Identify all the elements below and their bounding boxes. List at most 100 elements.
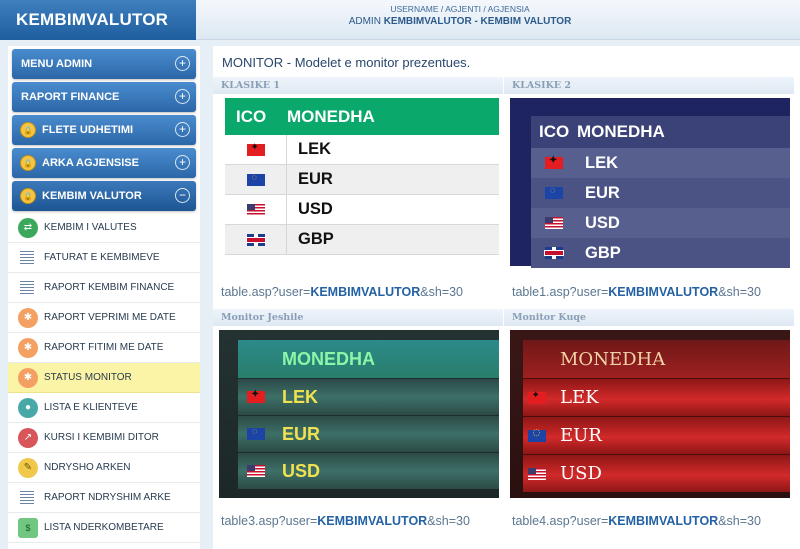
menu-head-flete-udhetimi[interactable]: 🔒 FLETE UDHETIMI +	[12, 115, 196, 145]
money-icon: $	[18, 517, 38, 538]
currency-code: LEK	[282, 386, 318, 407]
panel-klasike-1: KLASIKE 1 ICO MONEDHA LEK EUR USD GBP	[213, 77, 503, 305]
user-role: ADMIN KEMBIMVALUTOR - KEMBIM VALUTOR	[300, 16, 620, 27]
col-currency: MONEDHA	[577, 122, 665, 141]
monitor-link-kuqe[interactable]: table4.asp?user=KEMBIMVALUTOR&sh=30	[504, 514, 761, 528]
sidebar-item-label: FATURAT E KEMBIMEVE	[44, 252, 160, 263]
sidebar-item-faturat-e-kembimeve[interactable]: FATURAT E KEMBIMEVE	[8, 243, 200, 273]
currency-code: EUR	[298, 170, 333, 188]
expand-icon[interactable]: +	[175, 155, 190, 170]
table-row: GBP	[531, 238, 790, 268]
table-row: USD	[531, 208, 790, 238]
table-row: LEK	[523, 378, 790, 416]
menu-head-arka-agjensise[interactable]: 🔒 ARKA AGJENSISE +	[12, 148, 196, 178]
table-header: ICO MONEDHA	[225, 98, 499, 135]
monitor-preview-kuqe[interactable]: MONEDHA LEK EUR USD	[510, 330, 790, 498]
page-title: MONITOR - Modelet e monitor prezentues.	[222, 55, 471, 70]
eu-flag-icon	[247, 426, 265, 440]
menu-head-label: MENU ADMIN	[21, 58, 93, 70]
albania-flag-icon	[246, 142, 265, 156]
monitor-link-jeshile[interactable]: table3.asp?user=KEMBIMVALUTOR&sh=30	[213, 514, 470, 528]
albania-flag-icon	[247, 389, 265, 403]
menu-head-raport-finance[interactable]: RAPORT FINANCE +	[12, 82, 196, 112]
role-prefix: ADMIN	[348, 16, 381, 27]
sidebar-item-raport-ndryshim-arke[interactable]: RAPORT NDRYSHIM ARKE	[8, 483, 200, 513]
albania-flag-icon	[527, 390, 546, 404]
sidebar-item-label: LISTA NDERKOMBETARE	[44, 522, 164, 533]
sidebar-item-label: STATUS MONITOR	[44, 372, 132, 383]
currency-code: EUR	[560, 425, 602, 446]
panel-klasike-2: KLASIKE 2 ICO MONEDHA LEK EUR USD	[504, 77, 794, 305]
table-header: MONEDHA	[238, 340, 499, 378]
sidebar-item-label: NDRYSHO ARKEN	[44, 462, 131, 473]
table-header: MONEDHA	[523, 340, 790, 378]
monitor-preview-klasike-1[interactable]: ICO MONEDHA LEK EUR USD GBP	[225, 98, 499, 255]
col-currency: MONEDHA	[287, 106, 375, 126]
col-currency: MONEDHA	[282, 348, 375, 369]
panel-title: KLASIKE 2	[504, 77, 794, 94]
menu-head-label: ARKA AGJENSISE	[42, 157, 139, 169]
sidebar-item-raport-veprimi-me-date[interactable]: ✱ RAPORT VEPRIMI ME DATE	[8, 303, 200, 333]
collapse-icon[interactable]: −	[175, 188, 190, 203]
sidebar-item-status-monitor[interactable]: ✱ STATUS MONITOR	[8, 363, 200, 393]
menu-head-kembim-valutor[interactable]: 🔒 KEMBIM VALUTOR −	[12, 181, 196, 211]
sidebar-item-label: RAPORT KEMBIM FINANCE	[44, 282, 175, 293]
sidebar-item-raport-kembim-finance[interactable]: RAPORT KEMBIM FINANCE	[8, 273, 200, 303]
list-icon	[20, 280, 34, 295]
uk-flag-icon	[246, 233, 265, 246]
lock-icon: 🔒	[20, 122, 36, 138]
sidebar: MENU ADMIN + RAPORT FINANCE + 🔒 FLETE UD…	[8, 46, 200, 549]
user-info: USERNAME / AGJENTI / AGJENSIA ADMIN KEMB…	[300, 4, 620, 27]
exchange-icon: ⇄	[18, 217, 38, 238]
table-row: USD	[238, 452, 499, 489]
expand-icon[interactable]: +	[175, 56, 190, 71]
menu-head-label: FLETE UDHETIMI	[42, 124, 134, 136]
calendar-icon: ✱	[18, 307, 38, 328]
sidebar-item-lista-e-klienteve[interactable]: ● LISTA E KLIENTEVE	[8, 393, 200, 423]
table-row: EUR	[225, 165, 499, 195]
panel-title: KLASIKE 1	[213, 77, 503, 94]
uk-flag-icon	[545, 247, 563, 259]
expand-icon[interactable]: +	[175, 89, 190, 104]
currency-code: LEK	[298, 140, 331, 158]
app-logo[interactable]: KEMBIMVALUTOR	[0, 0, 196, 40]
menu-head-label: RAPORT FINANCE	[21, 91, 120, 103]
expand-icon[interactable]: +	[175, 122, 190, 137]
table-row: USD	[523, 454, 790, 492]
role-name: KEMBIMVALUTOR - KEMBIM VALUTOR	[383, 16, 572, 27]
monitor-preview-jeshile[interactable]: MONEDHA LEK EUR USD	[219, 330, 499, 498]
monitor-preview-klasike-2[interactable]: ICO MONEDHA LEK EUR USD GBP	[510, 98, 790, 268]
sidebar-item-label: KEMBIM I VALUTES	[44, 222, 137, 233]
menu-head-label: KEMBIM VALUTOR	[42, 190, 142, 202]
sidebar-item-ndrysho-arken[interactable]: ✎ NDRYSHO ARKEN	[8, 453, 200, 483]
panel-monitor-jeshile: Monitor Jeshile MONEDHA LEK EUR USD	[213, 309, 503, 537]
currency-code: USD	[282, 460, 321, 481]
table-row: LEK	[225, 135, 499, 165]
currency-code: EUR	[585, 183, 620, 202]
table-row: LEK	[238, 378, 499, 415]
panel-title: Monitor Jeshile	[213, 309, 503, 326]
currency-code: EUR	[282, 423, 321, 444]
table-row: EUR	[523, 416, 790, 454]
sidebar-item-label: RAPORT FITIMI ME DATE	[44, 342, 164, 353]
currency-code: LEK	[560, 387, 599, 408]
sidebar-item-kembim-i-valutes[interactable]: ⇄ KEMBIM I VALUTES	[8, 213, 200, 243]
sidebar-item-kursi-i-kembimi-ditor[interactable]: ↗ KURSI I KEMBIMI DITOR	[8, 423, 200, 453]
top-header: KEMBIMVALUTOR USERNAME / AGJENTI / AGJEN…	[0, 0, 800, 40]
table-row: GBP	[225, 225, 499, 255]
sidebar-item-raport-fitimi-me-date[interactable]: ✱ RAPORT FITIMI ME DATE	[8, 333, 200, 363]
menu-head-menu-admin[interactable]: MENU ADMIN +	[12, 49, 196, 79]
currency-code: GBP	[585, 243, 621, 262]
monitor-link-klasike-1[interactable]: table.asp?user=KEMBIMVALUTOR&sh=30	[213, 285, 463, 299]
col-currency: MONEDHA	[560, 348, 666, 370]
table-row: USD	[225, 195, 499, 225]
monitor-link-klasike-2[interactable]: table1.asp?user=KEMBIMVALUTOR&sh=30	[504, 285, 761, 299]
albania-flag-icon	[545, 155, 563, 169]
main-content: MONITOR - Modelet e monitor prezentues. …	[213, 46, 800, 549]
list-icon	[20, 250, 34, 265]
list-icon	[20, 490, 34, 505]
sidebar-item-lista-nderkombetare[interactable]: $ LISTA NDERKOMBETARE	[8, 513, 200, 543]
panel-title: Monitor Kuqe	[504, 309, 794, 326]
sidebar-item-label: KURSI I KEMBIMI DITOR	[44, 432, 159, 443]
currency-code: USD	[298, 200, 333, 218]
